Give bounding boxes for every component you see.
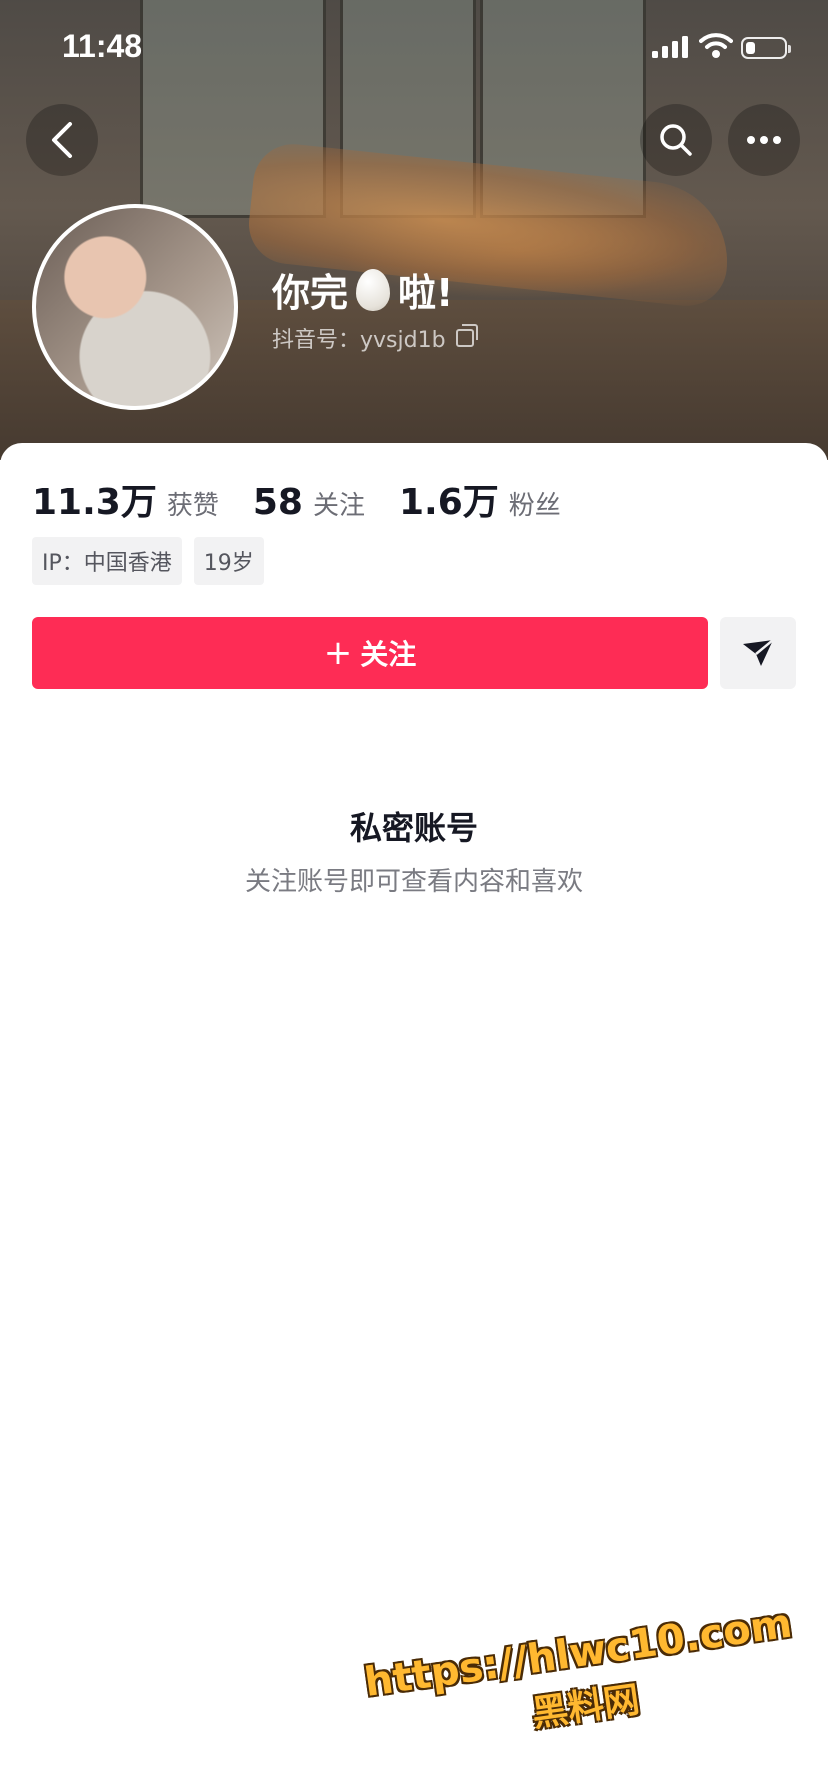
status-bar: 11:48	[0, 0, 828, 100]
douyin-id-row[interactable]: 抖音号：yvsjd1b	[272, 322, 478, 354]
stat-followers[interactable]: 1.6万 粉丝	[399, 473, 561, 525]
private-account-title: 私密账号	[349, 809, 478, 847]
follow-button-label: 关注	[360, 638, 417, 671]
egg-icon	[356, 268, 391, 311]
stat-likes[interactable]: 11.3万 获赞	[32, 473, 219, 525]
stat-value: 1.6万	[398, 482, 499, 523]
battery-level	[746, 42, 755, 54]
paper-plane-icon	[743, 639, 774, 666]
nickname-prefix: 你完	[272, 271, 349, 315]
back-button[interactable]	[26, 104, 98, 176]
ip-tag: IP：中国香港	[32, 537, 182, 585]
age-tag: 19岁	[193, 537, 264, 585]
more-dots-icon	[747, 136, 781, 144]
send-message-button[interactable]	[720, 617, 796, 689]
search-button[interactable]	[640, 104, 712, 176]
follow-button[interactable]: + 关注	[32, 617, 708, 689]
stat-following[interactable]: 58 关注	[253, 482, 365, 523]
chevron-left-icon	[52, 122, 72, 158]
stat-value: 11.3万	[32, 482, 157, 523]
stat-label: 获赞	[166, 491, 219, 521]
douyin-id: 抖音号：yvsjd1b	[272, 328, 446, 353]
search-icon	[660, 124, 692, 156]
more-button[interactable]	[728, 104, 800, 176]
stat-value: 58	[252, 482, 303, 523]
avatar[interactable]	[32, 204, 238, 410]
nickname-suffix: 啦!	[398, 271, 454, 315]
private-account-subtitle: 关注账号即可查看内容和喜欢	[244, 867, 583, 897]
status-time: 11:48	[62, 28, 143, 64]
profile-panel: 11.3万 获赞 58 关注 1.6万 粉丝 IP：中国香港 19岁 + 关注 …	[0, 443, 828, 1792]
nickname: 你完 啦!	[272, 262, 453, 317]
wifi-icon	[699, 33, 733, 58]
stat-label: 关注	[312, 491, 365, 521]
copy-icon[interactable]	[455, 324, 478, 347]
plus-icon: +	[323, 633, 353, 673]
battery-icon	[741, 37, 791, 59]
signal-icon	[652, 36, 688, 58]
stat-label: 粉丝	[508, 491, 561, 521]
tags-row: IP：中国香港 19岁	[32, 537, 264, 585]
stats-row: 11.3万 获赞 58 关注 1.6万 粉丝	[32, 473, 595, 525]
